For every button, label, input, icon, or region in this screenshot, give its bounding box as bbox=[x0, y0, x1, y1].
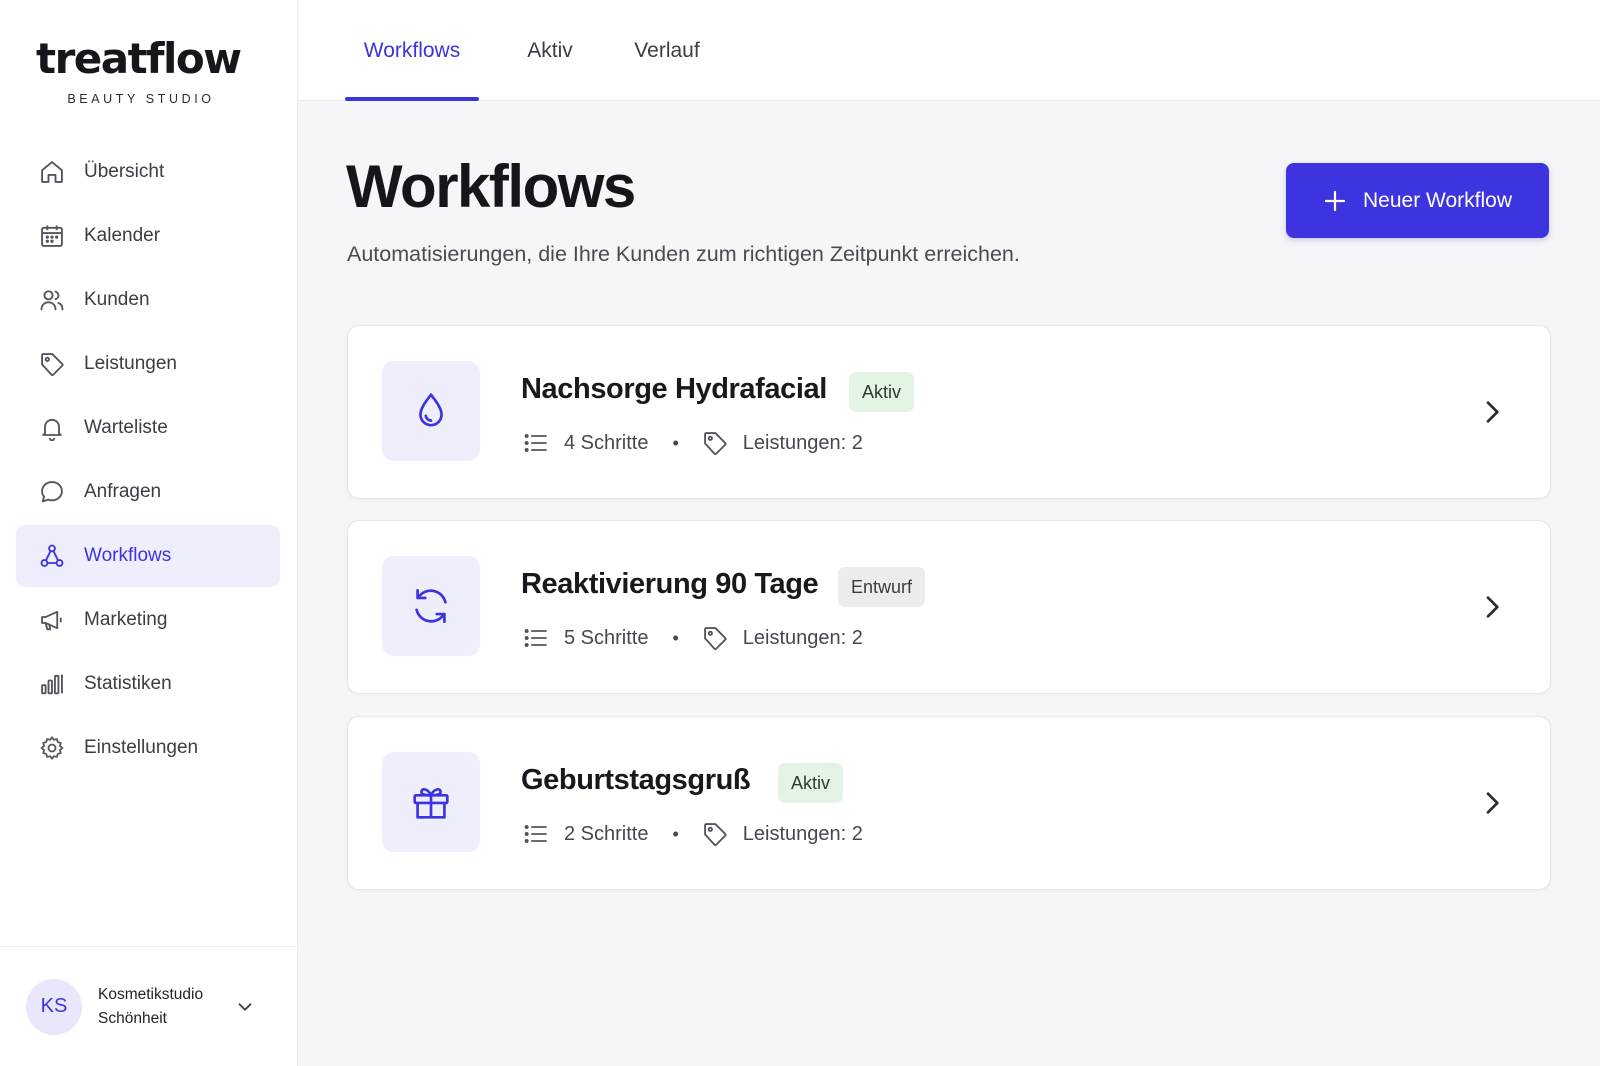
sidebar-item-uebersicht[interactable]: Übersicht bbox=[16, 141, 280, 203]
workflow-title: Geburtstagsgruß bbox=[521, 764, 751, 796]
sidebar-item-label: Leistungen bbox=[84, 353, 177, 374]
chevron-down-icon[interactable] bbox=[234, 996, 256, 1018]
workflow-steps: 2 Schritte bbox=[564, 822, 649, 845]
chat-bubble-icon bbox=[38, 478, 66, 506]
chevron-right-icon[interactable] bbox=[1476, 787, 1508, 819]
droplet-icon bbox=[382, 361, 480, 461]
gear-icon bbox=[38, 734, 66, 762]
chevron-right-icon[interactable] bbox=[1476, 591, 1508, 623]
workflow-card[interactable]: Geburtstagsgruß Aktiv 2 Schritte • Leist… bbox=[347, 716, 1551, 890]
sidebar-item-label: Kalender bbox=[84, 225, 161, 246]
tab-workflows[interactable]: Workflows bbox=[345, 0, 479, 101]
sidebar-item-warteliste[interactable]: Warteliste bbox=[16, 397, 280, 459]
page-title: Workflows bbox=[346, 153, 636, 220]
new-workflow-button[interactable]: Neuer Workflow bbox=[1286, 163, 1549, 238]
sidebar-item-label: Anfragen bbox=[84, 481, 162, 502]
workflow-icon bbox=[38, 542, 66, 570]
brand-tagline: BEAUTY STUDIO bbox=[67, 92, 215, 106]
workflow-services: Leistungen: 2 bbox=[742, 822, 863, 845]
refresh-icon bbox=[382, 556, 480, 656]
sidebar-item-kunden[interactable]: Kunden bbox=[16, 269, 280, 331]
tag-icon bbox=[38, 350, 66, 378]
brand-name: treatflow bbox=[36, 34, 242, 83]
status-badge: Entwurf bbox=[838, 567, 926, 607]
tab-verlauf[interactable]: Verlauf bbox=[621, 0, 713, 101]
workflow-title: Nachsorge Hydrafacial bbox=[521, 373, 827, 405]
meta-separator: • bbox=[672, 432, 679, 453]
list-icon bbox=[522, 820, 550, 848]
meta-separator: • bbox=[672, 627, 679, 648]
sidebar-item-label: Kunden bbox=[84, 289, 150, 310]
avatar[interactable]: KS bbox=[26, 978, 82, 1035]
bell-icon bbox=[38, 414, 66, 442]
workflow-steps: 5 Schritte bbox=[564, 626, 649, 649]
calendar-icon bbox=[38, 222, 66, 250]
sidebar-item-label: Übersicht bbox=[84, 161, 165, 182]
workflow-card[interactable]: Nachsorge Hydrafacial Aktiv 4 Schritte •… bbox=[347, 325, 1551, 499]
workflow-meta: 5 Schritte • Leistungen: 2 bbox=[522, 624, 863, 652]
workflow-meta: 2 Schritte • Leistungen: 2 bbox=[522, 820, 863, 848]
tag-icon bbox=[701, 429, 729, 457]
account-switcher[interactable]: KS Kosmetikstudio Schönheit bbox=[0, 946, 298, 1066]
sidebar-nav: Übersicht Kalender Kunden Leistungen War… bbox=[16, 141, 280, 781]
chevron-right-icon[interactable] bbox=[1476, 396, 1508, 428]
tag-icon bbox=[701, 820, 729, 848]
home-icon bbox=[38, 158, 66, 186]
tag-icon bbox=[701, 624, 729, 652]
workflow-services: Leistungen: 2 bbox=[742, 431, 863, 454]
plus-icon bbox=[1323, 189, 1347, 213]
workflow-steps: 4 Schritte bbox=[564, 431, 649, 454]
sidebar-item-label: Statistiken bbox=[84, 673, 172, 694]
megaphone-icon bbox=[38, 606, 66, 634]
page-subtitle: Automatisierungen, die Ihre Kunden zum r… bbox=[347, 242, 1020, 266]
workflow-card[interactable]: Reaktivierung 90 Tage Entwurf 5 Schritte… bbox=[347, 520, 1551, 694]
new-workflow-label: Neuer Workflow bbox=[1363, 188, 1512, 212]
sidebar-item-label: Warteliste bbox=[84, 417, 168, 438]
workflow-services: Leistungen: 2 bbox=[742, 626, 863, 649]
sidebar-item-einstellungen[interactable]: Einstellungen bbox=[16, 717, 280, 779]
tab-aktiv[interactable]: Aktiv bbox=[509, 0, 591, 101]
sidebar-item-label: Marketing bbox=[84, 609, 168, 630]
sidebar-item-label: Workflows bbox=[84, 545, 172, 566]
list-icon bbox=[522, 624, 550, 652]
account-name: Kosmetikstudio Schönheit bbox=[98, 985, 204, 1027]
top-tabs: Workflows Aktiv Verlauf bbox=[299, 0, 1600, 101]
sidebar: treatflow BEAUTY STUDIO Übersicht Kalend… bbox=[0, 0, 298, 1066]
list-icon bbox=[522, 429, 550, 457]
sidebar-item-statistiken[interactable]: Statistiken bbox=[16, 653, 280, 715]
status-badge: Aktiv bbox=[778, 763, 844, 803]
sidebar-item-anfragen[interactable]: Anfragen bbox=[16, 461, 280, 523]
sidebar-item-marketing[interactable]: Marketing bbox=[16, 589, 280, 651]
gift-icon bbox=[382, 752, 480, 852]
workflow-meta: 4 Schritte • Leistungen: 2 bbox=[522, 429, 863, 457]
meta-separator: • bbox=[672, 823, 679, 844]
workflow-title: Reaktivierung 90 Tage bbox=[521, 568, 819, 600]
brand-logo[interactable]: treatflow BEAUTY STUDIO bbox=[36, 34, 242, 107]
sidebar-item-label: Einstellungen bbox=[84, 737, 199, 758]
sidebar-item-workflows[interactable]: Workflows bbox=[16, 525, 280, 587]
sidebar-item-leistungen[interactable]: Leistungen bbox=[16, 333, 280, 395]
users-icon bbox=[38, 286, 66, 314]
status-badge: Aktiv bbox=[849, 372, 915, 412]
sidebar-item-kalender[interactable]: Kalender bbox=[16, 205, 280, 267]
bar-chart-icon bbox=[38, 670, 66, 698]
